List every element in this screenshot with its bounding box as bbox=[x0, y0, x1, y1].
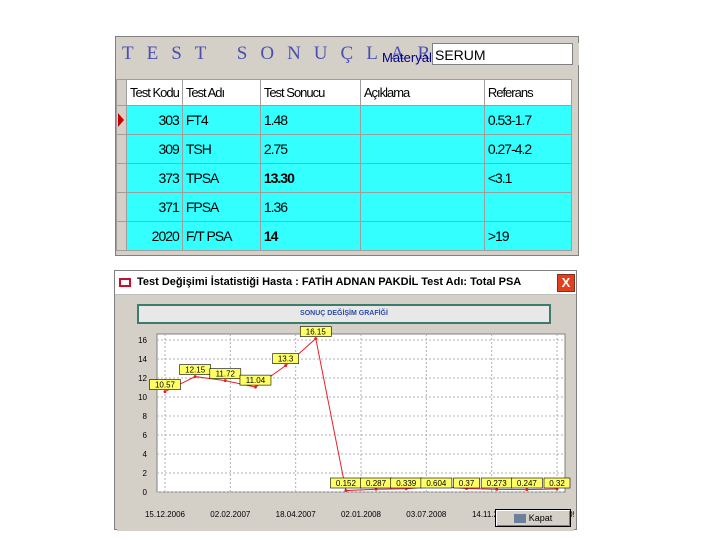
row-indicator[interactable] bbox=[116, 221, 127, 251]
row-indicator[interactable] bbox=[116, 105, 127, 135]
chart-title: SONUÇ DEĞİŞİM GRAFİĞİ bbox=[137, 304, 551, 324]
test-result-cell: 1.48 bbox=[259, 105, 361, 135]
data-label: 0.287 bbox=[366, 479, 387, 488]
data-label: 0.152 bbox=[336, 479, 357, 488]
close-button-label: Kapat bbox=[528, 513, 553, 523]
column-header[interactable]: Test Adı bbox=[181, 79, 261, 106]
x-tick-label: 02.01.2008 bbox=[341, 510, 382, 519]
data-label: 10.57 bbox=[155, 381, 176, 390]
test-results-panel: TEST SONUÇLARI Materyal SERUM Test Kodu … bbox=[115, 36, 579, 256]
y-tick-label: 10 bbox=[138, 393, 147, 402]
test-result-cell: 2.75 bbox=[259, 134, 361, 164]
test-code-cell: 373 bbox=[126, 163, 183, 193]
reference-cell bbox=[483, 192, 572, 222]
current-row-arrow-icon bbox=[118, 113, 124, 127]
table-row[interactable]: 2020 F/T PSA 14 >19 bbox=[116, 221, 572, 251]
test-result-cell: 14 bbox=[259, 221, 361, 251]
x-tick-label: 18.04.2007 bbox=[276, 510, 317, 519]
row-indicator[interactable] bbox=[116, 192, 127, 222]
note-cell bbox=[359, 163, 485, 193]
data-point bbox=[525, 488, 529, 492]
column-header[interactable]: Test Sonucu bbox=[259, 79, 361, 106]
chart-area: 0 2 4 6 8 10 12 14 16 15.12.2006 02.02.2007 18.04.2… bbox=[117, 296, 574, 531]
data-point bbox=[344, 489, 348, 493]
data-label: 13.3 bbox=[278, 355, 294, 364]
table-row[interactable]: 303 FT4 1.48 0.53-1.7 bbox=[116, 105, 572, 135]
test-code-cell: 309 bbox=[126, 134, 183, 164]
y-tick-label: 16 bbox=[138, 336, 147, 345]
data-point bbox=[495, 487, 499, 491]
test-name-cell: F/T PSA bbox=[181, 221, 261, 251]
row-indicator bbox=[116, 79, 127, 106]
app-icon bbox=[119, 278, 131, 287]
window-titlebar: Test Değişimi İstatistiği Hasta : FATİH … bbox=[115, 271, 576, 295]
column-header[interactable]: Açıklama bbox=[359, 79, 485, 106]
data-point bbox=[253, 385, 257, 389]
material-label: Materyal bbox=[382, 50, 432, 65]
table-row[interactable]: 309 TSH 2.75 0.27-4.2 bbox=[116, 134, 572, 164]
note-cell bbox=[359, 192, 485, 222]
data-label: 0.604 bbox=[426, 479, 447, 488]
y-tick-label: 2 bbox=[143, 469, 148, 478]
data-point bbox=[163, 390, 167, 394]
test-code-cell: 371 bbox=[126, 192, 183, 222]
x-tick-label: 03.07.2008 bbox=[406, 510, 447, 519]
plot-background bbox=[156, 333, 566, 493]
reference-cell: 0.27-4.2 bbox=[483, 134, 572, 164]
material-dropdown-button[interactable] bbox=[572, 43, 579, 65]
data-point bbox=[284, 364, 288, 368]
row-indicator[interactable] bbox=[116, 134, 127, 164]
exit-icon bbox=[513, 514, 526, 524]
y-tick-label: 0 bbox=[143, 488, 148, 497]
y-tick-label: 14 bbox=[138, 355, 147, 364]
test-result-cell: 1.36 bbox=[259, 192, 361, 222]
x-tick-label: 15.12.2006 bbox=[145, 510, 186, 519]
data-point bbox=[193, 375, 197, 379]
table-row[interactable]: 371 FPSA 1.36 bbox=[116, 192, 572, 222]
column-header[interactable]: Referans bbox=[483, 79, 572, 106]
y-tick-label: 6 bbox=[143, 431, 148, 440]
table-row[interactable]: 373 TPSA 13.30 <3.1 bbox=[116, 163, 572, 193]
data-label: 16.15 bbox=[306, 328, 327, 337]
data-label: 0.37 bbox=[459, 479, 475, 488]
test-name-cell: FPSA bbox=[181, 192, 261, 222]
y-tick-label: 8 bbox=[143, 412, 148, 421]
test-code-cell: 2020 bbox=[126, 221, 183, 251]
data-label: 0.339 bbox=[396, 479, 417, 488]
row-indicator[interactable] bbox=[116, 163, 127, 193]
test-name-cell: TSH bbox=[181, 134, 261, 164]
results-header: TEST SONUÇLARI Materyal SERUM bbox=[116, 37, 579, 73]
close-button[interactable]: X bbox=[557, 274, 575, 292]
test-name-cell: FT4 bbox=[181, 105, 261, 135]
test-change-window: Test Değişimi İstatistiği Hasta : FATİH … bbox=[114, 270, 577, 531]
data-label: 12.15 bbox=[185, 366, 206, 375]
window-title: Test Değişimi İstatistiği Hasta : FATİH … bbox=[137, 276, 522, 288]
y-tick-label: 12 bbox=[138, 374, 147, 383]
reference-cell: <3.1 bbox=[483, 163, 572, 193]
table-header-row: Test Kodu Test Adı Test Sonucu Açıklama … bbox=[116, 79, 572, 106]
note-cell bbox=[359, 221, 485, 251]
test-result-cell: 13.30 bbox=[259, 163, 361, 193]
material-field[interactable]: SERUM bbox=[432, 43, 574, 65]
data-label: 0.273 bbox=[487, 479, 508, 488]
x-tick-label: 02.02.2007 bbox=[210, 510, 251, 519]
column-header[interactable]: Test Kodu bbox=[126, 79, 183, 106]
test-code-cell: 303 bbox=[126, 105, 183, 135]
results-table: Test Kodu Test Adı Test Sonucu Açıklama … bbox=[116, 79, 572, 251]
close-dialog-button[interactable]: Kapat bbox=[495, 509, 571, 527]
data-point bbox=[314, 337, 318, 341]
reference-cell: >19 bbox=[483, 221, 572, 251]
data-label: 11.72 bbox=[216, 370, 236, 379]
y-tick-label: 4 bbox=[143, 450, 148, 459]
data-point bbox=[223, 379, 227, 383]
reference-cell: 0.53-1.7 bbox=[483, 105, 572, 135]
note-cell bbox=[359, 105, 485, 135]
result-change-chart: 0 2 4 6 8 10 12 14 16 15.12.2006 02.02.2007 18.04.2… bbox=[138, 326, 574, 519]
data-label: 11.04 bbox=[246, 376, 266, 385]
test-name-cell: TPSA bbox=[181, 163, 261, 193]
note-cell bbox=[359, 134, 485, 164]
data-label: 0.32 bbox=[549, 479, 565, 488]
data-label: 0.247 bbox=[517, 479, 538, 488]
